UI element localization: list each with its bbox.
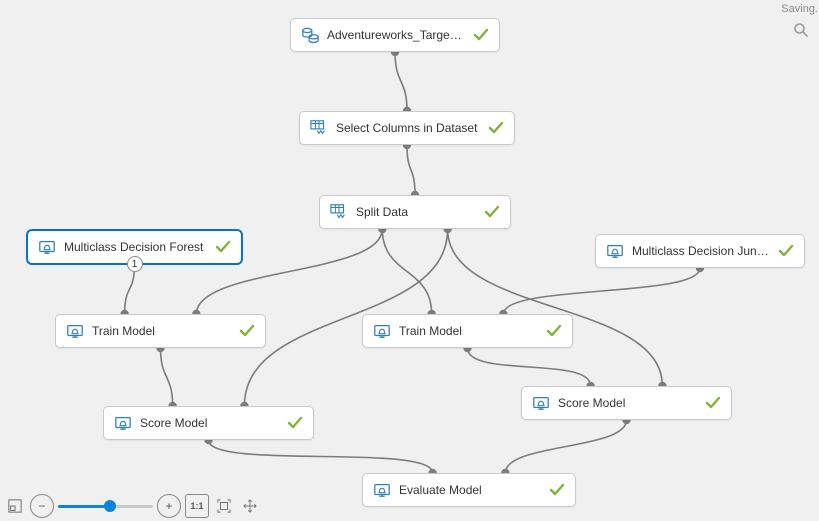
zoom-in-button[interactable]: +	[157, 494, 181, 518]
zoom-out-button[interactable]: −	[30, 494, 54, 518]
pan-button[interactable]	[239, 495, 261, 517]
check-icon	[705, 395, 721, 411]
zoom-in-label: +	[165, 499, 172, 513]
edge	[468, 348, 591, 386]
search-icon	[793, 22, 809, 38]
edge	[209, 440, 433, 473]
algorithm-icon	[38, 238, 56, 256]
output-port-badge: 1	[127, 256, 143, 272]
pan-icon	[243, 499, 257, 513]
zoom-to-fit-button[interactable]	[213, 495, 235, 517]
algorithm-icon	[532, 394, 550, 412]
zoom-slider[interactable]	[58, 496, 153, 516]
node-score_right[interactable]: Score Model	[521, 386, 732, 420]
slider-thumb[interactable]	[104, 500, 116, 512]
edge	[505, 420, 626, 473]
node-label: Split Data	[356, 205, 484, 219]
columns-icon	[310, 119, 328, 137]
check-icon	[473, 27, 489, 43]
check-icon	[215, 239, 231, 255]
check-icon	[484, 204, 500, 220]
actual-size-button[interactable]: 1:1	[185, 494, 209, 518]
node-evaluate[interactable]: Evaluate Model	[362, 473, 576, 507]
node-dataset[interactable]: Adventureworks_TargetMail....	[290, 18, 500, 52]
edge	[382, 229, 431, 314]
minimap-toggle[interactable]	[4, 495, 26, 517]
port-badge-number: 1	[132, 259, 138, 270]
node-label: Multiclass Decision Forest	[64, 240, 215, 254]
actual-size-label: 1:1	[190, 501, 203, 511]
edge	[161, 348, 173, 406]
zoom-to-fit-icon	[217, 499, 231, 513]
node-label: Train Model	[92, 324, 239, 338]
edge	[407, 145, 415, 195]
node-label: Multiclass Decision Jungle	[632, 244, 778, 258]
node-label: Evaluate Model	[399, 483, 549, 497]
node-label: Score Model	[558, 396, 705, 410]
algorithm-icon	[606, 242, 624, 260]
minimap-icon	[8, 499, 22, 513]
check-icon	[549, 482, 565, 498]
algorithm-icon	[66, 322, 84, 340]
edge	[395, 52, 407, 111]
check-icon	[546, 323, 562, 339]
node-split[interactable]: Split Data	[319, 195, 511, 229]
zoom-out-label: −	[38, 499, 45, 513]
dataset-icon	[301, 26, 319, 44]
algorithm-icon	[373, 322, 391, 340]
node-label: Score Model	[140, 416, 287, 430]
canvas-toolbar: − + 1:1	[0, 491, 265, 521]
algorithm-icon	[373, 481, 391, 499]
node-mdj[interactable]: Multiclass Decision Jungle	[595, 234, 805, 268]
search-button[interactable]	[793, 22, 811, 40]
check-icon	[239, 323, 255, 339]
node-label: Train Model	[399, 324, 546, 338]
node-select_cols[interactable]: Select Columns in Dataset	[299, 111, 515, 145]
node-train_right[interactable]: Train Model	[362, 314, 573, 348]
saving-status: Saving.	[781, 3, 818, 15]
node-train_left[interactable]: Train Model	[55, 314, 266, 348]
node-score_left[interactable]: Score Model	[103, 406, 314, 440]
columns-icon	[330, 203, 348, 221]
edge	[503, 268, 700, 314]
algorithm-icon	[114, 414, 132, 432]
check-icon	[488, 120, 504, 136]
slider-fill	[58, 505, 110, 508]
check-icon	[287, 415, 303, 431]
check-icon	[778, 243, 794, 259]
node-label: Select Columns in Dataset	[336, 121, 488, 135]
node-label: Adventureworks_TargetMail....	[327, 28, 473, 42]
